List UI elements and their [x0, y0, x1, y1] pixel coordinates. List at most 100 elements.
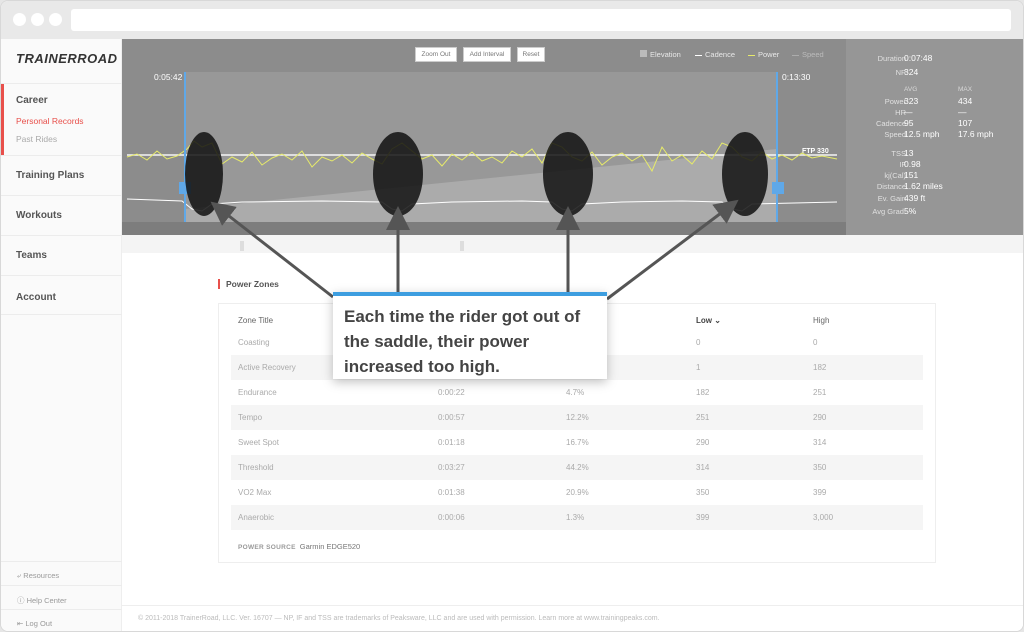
header-low[interactable]: Low ⌄ [696, 316, 721, 325]
zone-percent-cell: 20.9% [566, 488, 589, 497]
sidebar-footer-divider-2 [1, 585, 122, 586]
range-end-handle [772, 182, 784, 194]
app-logo[interactable]: TRAINERROAD [16, 51, 118, 66]
zone-percent-cell: 16.7% [566, 438, 589, 447]
zone-row[interactable]: Endurance 0:00:22 4.7% 182 251 [231, 380, 923, 405]
ride-stats-panel: Duration 0:07:48 NP 324 AVG MAX Power 32… [846, 39, 1023, 235]
highlight-ellipse-4 [722, 132, 768, 216]
zone-title-cell: VO2 Max [238, 488, 272, 497]
timeline-scrubber[interactable] [122, 235, 1023, 253]
zone-high-cell: 3,000 [813, 513, 834, 522]
stat-kj-value: 151 [904, 170, 919, 180]
stat-distance-label: Distance [876, 182, 906, 191]
scrubber-handle-left[interactable] [240, 241, 244, 251]
stat-cadence-label: Cadence [875, 119, 906, 128]
stat-if-value: 0.98 [904, 159, 921, 169]
page-footer: © 2011-2018 TrainerRoad, LLC. Ver. 16707… [138, 615, 660, 622]
zone-time-cell: 0:01:38 [438, 488, 465, 497]
zone-row[interactable]: Tempo 0:00:57 12.2% 251 290 [231, 405, 923, 430]
zone-row[interactable]: VO2 Max 0:01:38 20.9% 350 399 [231, 480, 923, 505]
zone-percent-cell: 44.2% [566, 463, 589, 472]
zone-low-cell: 0 [696, 338, 701, 347]
stat-avg-grade-label: Avg Grad. [872, 207, 906, 216]
zone-high-cell: 314 [813, 438, 827, 447]
zone-high-cell: 251 [813, 388, 827, 397]
sidebar-item-career[interactable]: Career [16, 95, 48, 106]
zone-title-cell: Coasting [238, 338, 270, 347]
stat-speed-label: Speed [884, 130, 906, 139]
zone-high-cell: 350 [813, 463, 827, 472]
sidebar-footer-help[interactable]: ⓘ Help Center [17, 595, 67, 606]
stat-avg-grade-value: 5% [904, 206, 917, 216]
callout-text: Each time the rider got out of the saddl… [344, 307, 581, 376]
zone-low-cell: 399 [696, 513, 710, 522]
zone-title-cell: Active Recovery [238, 363, 296, 372]
window-close-dot[interactable] [13, 13, 26, 26]
stat-power-avg: 323 [904, 96, 919, 106]
browser-titlebar [1, 1, 1023, 39]
zone-percent-cell: 12.2% [566, 413, 589, 422]
browser-window: TRAINERROAD Career Personal Records Past… [0, 0, 1024, 632]
sidebar-footer-divider [1, 561, 122, 562]
sidebar-footer-logout[interactable]: ⇤ Log Out [17, 619, 52, 628]
zone-title-cell: Endurance [238, 388, 277, 397]
sidebar-group-career: Career Personal Records Past Rides [1, 83, 122, 155]
zone-time-cell: 0:00:06 [438, 513, 465, 522]
stat-power-max: 434 [958, 96, 973, 106]
stat-elev-gain-label: Ev. Gain [877, 194, 906, 203]
log-out-label: Log Out [25, 619, 53, 628]
stat-elev-gain-value: 439 ft [904, 193, 926, 203]
sidebar-item-account[interactable]: Account [16, 292, 56, 303]
window-maximize-dot[interactable] [49, 13, 62, 26]
sidebar-subitem-personal-records[interactable]: Personal Records [16, 116, 84, 126]
stat-tss-value: 13 [904, 148, 914, 158]
zone-title-cell: Sweet Spot [238, 438, 279, 447]
stat-hr-avg: — [904, 107, 913, 117]
zone-time-cell: 0:00:22 [438, 388, 465, 397]
zone-time-cell: 0:01:18 [438, 438, 465, 447]
header-zone-title[interactable]: Zone Title [238, 316, 273, 325]
stat-duration-value: 0:07:48 [904, 53, 933, 63]
sidebar-group-workouts: Workouts [1, 195, 122, 235]
power-source-label: POWER SOURCE [238, 544, 296, 551]
stat-speed-avg: 12.5 mph [904, 129, 940, 139]
ride-chart[interactable]: Zoom Out Add Interval Reset Elevation Ca… [122, 39, 846, 235]
zone-row[interactable]: Sweet Spot 0:01:18 16.7% 290 314 [231, 430, 923, 455]
stat-np-label: NP [895, 68, 906, 77]
header-high[interactable]: High [813, 316, 829, 325]
stat-power-label: Power [884, 97, 906, 106]
stat-duration-label: Duration [877, 54, 906, 63]
window-minimize-dot[interactable] [31, 13, 44, 26]
sidebar-footer-resources[interactable]: ⤶ Resources [17, 571, 59, 581]
stat-tss-label: TSS [891, 149, 906, 158]
resources-label: Resources [23, 571, 60, 580]
highlight-ellipse-3 [543, 132, 593, 216]
zone-row[interactable]: Anaerobic 0:00:06 1.3% 399 3,000 [231, 505, 923, 530]
sidebar-item-teams[interactable]: Teams [16, 250, 47, 261]
sidebar: TRAINERROAD Career Personal Records Past… [1, 39, 122, 631]
sidebar-item-training-plans[interactable]: Training Plans [16, 170, 84, 181]
help-center-label: Help Center [26, 596, 67, 605]
zone-low-cell: 350 [696, 488, 710, 497]
zone-percent-cell: 4.7% [566, 388, 585, 397]
zone-high-cell: 399 [813, 488, 827, 497]
zone-title-cell: Threshold [238, 463, 274, 472]
stat-kj-label: kj(Cal) [884, 171, 906, 180]
scrubber-handle-right[interactable] [460, 241, 464, 251]
sidebar-subitem-past-rides[interactable]: Past Rides [16, 134, 57, 144]
power-source-value: Garmin EDGE520 [299, 542, 361, 551]
stat-np-value: 324 [904, 67, 919, 77]
address-bar[interactable] [71, 9, 1011, 31]
stat-speed-max: 17.6 mph [958, 129, 994, 139]
chart-plot-svg [122, 72, 846, 235]
stat-cadence-max: 107 [958, 118, 973, 128]
stat-if-label: IF [899, 160, 906, 169]
sidebar-item-workouts[interactable]: Workouts [16, 210, 62, 221]
annotation-callout: Each time the rider got out of the saddl… [333, 292, 607, 379]
highlight-ellipse-2 [373, 132, 423, 216]
sidebar-group-teams: Teams [1, 235, 122, 275]
zone-low-cell: 314 [696, 463, 710, 472]
zone-low-cell: 1 [696, 363, 701, 372]
zone-high-cell: 290 [813, 413, 827, 422]
zone-row[interactable]: Threshold 0:03:27 44.2% 314 350 [231, 455, 923, 480]
